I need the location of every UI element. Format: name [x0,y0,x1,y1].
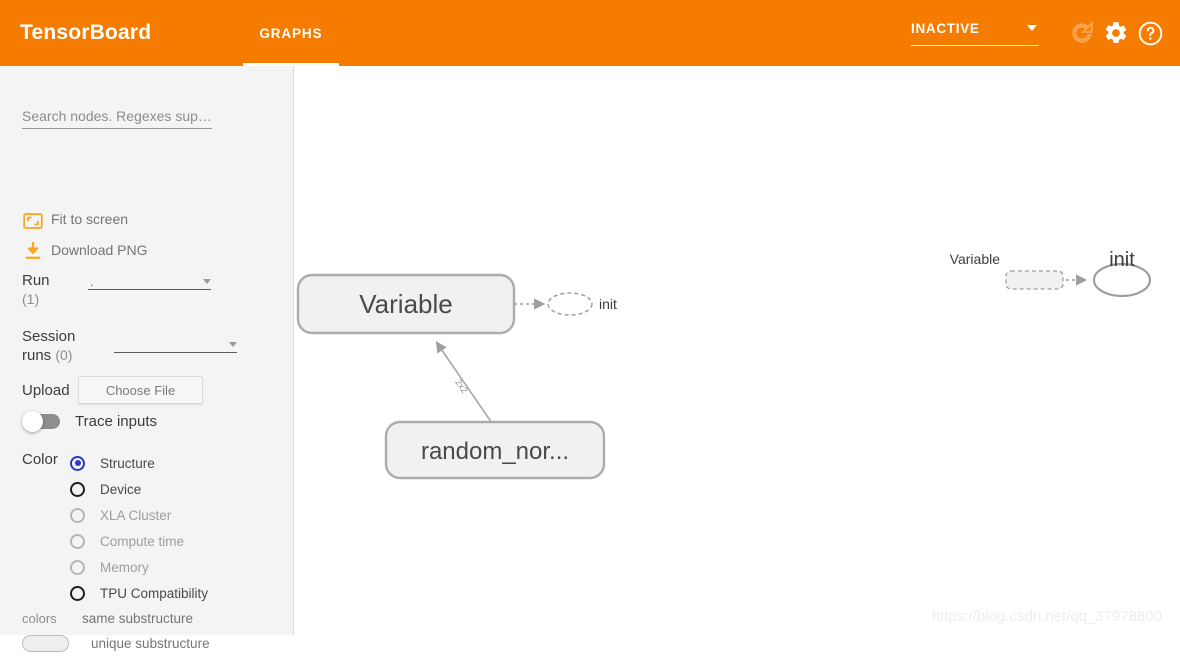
color-group-title: Color [22,451,58,468]
color-option-xla-cluster: XLA Cluster [70,502,208,528]
graph-svg: 2x2 Variable init random_nor... Variable… [296,249,1152,480]
legend-unique-substructure-label: unique substructure [91,636,210,651]
legend-swatch-icon [22,635,69,652]
app-brand: TensorBoard [20,21,152,44]
run-field: Run (1) . [22,271,211,309]
help-icon[interactable] [1137,20,1164,47]
header-controls: INACTIVE [911,20,1180,47]
toggle-knob [22,411,43,432]
color-option-compute-time: Compute time [70,528,208,554]
radio-icon [70,507,85,523]
run-state-dropdown[interactable]: INACTIVE [911,20,1039,46]
watermark: https://blog.csdn.net/qq_37978800 [931,608,1162,625]
color-option-memory: Memory [70,554,208,580]
radio-icon [70,559,85,575]
chevron-down-icon [203,279,211,284]
gear-icon[interactable] [1103,20,1129,46]
colors-legend: colors same substructure unique substruc… [22,606,210,656]
fit-to-screen-button[interactable]: Fit to screen [22,211,129,229]
color-option-label: Structure [100,455,155,471]
download-png-button[interactable]: Download PNG [22,241,148,259]
color-option-structure[interactable]: Structure [70,450,208,476]
color-group: Color Structure Device XLA Cluster Compu… [22,450,208,606]
graph-node-init-shape [547,292,593,316]
radio-icon [70,481,85,497]
run-select-value: . [90,275,94,289]
tab-graphs[interactable]: GRAPHS [243,0,339,66]
run-state-value: INACTIVE [911,21,980,36]
color-option-device[interactable]: Device [70,476,208,502]
download-png-label: Download PNG [51,242,148,258]
upload-row: Upload Choose File [22,376,203,404]
graph-canvas[interactable]: 2x2 Variable init random_nor... Variable… [295,66,1180,635]
session-runs-field-label: Session runs (0) [22,327,84,365]
color-option-label: XLA Cluster [100,507,172,523]
graph-node-variable-label: Variable [359,289,452,319]
refresh-icon[interactable] [1069,20,1095,46]
chevron-down-icon [1027,25,1037,31]
color-radio-list: Structure Device XLA Cluster Compute tim… [70,450,208,606]
color-option-tpu-compatibility[interactable]: TPU Compatibility [70,580,208,606]
run-select[interactable]: . [88,271,211,290]
toggle-track [22,411,60,432]
color-option-label: Device [100,481,142,497]
edge-label-2x2: 2x2 [453,377,470,395]
trace-inputs-toggle[interactable]: Trace inputs [22,411,157,432]
graph-node-random-normal[interactable]: random_nor... [384,420,606,480]
session-runs-count: (0) [55,347,73,363]
fit-to-screen-icon [23,213,43,229]
search-input[interactable] [22,108,212,129]
upload-label: Upload [22,381,70,399]
minimap-init-label: init [1109,249,1135,271]
color-option-label: Memory [100,559,149,575]
run-field-label: Run (1) [22,271,84,309]
chevron-down-icon [229,342,237,347]
graph-node-random-normal-label: random_nor... [421,438,569,465]
graph-node-variable[interactable]: Variable [296,273,516,335]
graph-node-init[interactable]: init [547,292,617,316]
graph-minimap-legend[interactable]: Variable init [950,249,1152,298]
session-runs-select[interactable] [114,334,237,353]
session-runs-field: Session runs (0) [22,327,237,365]
radio-icon [70,585,85,601]
choose-file-button[interactable]: Choose File [78,376,203,404]
search-field-wrap [22,108,212,129]
app-header: TensorBoard GRAPHS INACTIVE [0,0,1180,66]
radio-icon [70,455,85,471]
run-count: (1) [22,291,40,307]
graph-node-init-label: init [599,296,617,312]
tab-graphs-label: GRAPHS [259,25,323,41]
minimap-variable-shape [1005,270,1064,290]
download-icon [25,241,41,259]
legend-same-substructure-label: same substructure [82,611,194,626]
legend-key-label: colors [22,611,57,626]
main-tabs: GRAPHS [243,0,339,66]
radio-icon [70,533,85,549]
fit-to-screen-label: Fit to screen [51,211,129,227]
legend-row-same: colors same substructure [22,606,210,631]
trace-inputs-label: Trace inputs [75,413,157,430]
minimap-variable-label: Variable [950,251,1001,267]
run-label-text: Run [22,272,50,289]
color-option-label: Compute time [100,533,185,549]
color-option-label: TPU Compatibility [100,585,209,601]
sidebar: Fit to screen Download PNG Run (1) . Ses… [0,66,294,652]
